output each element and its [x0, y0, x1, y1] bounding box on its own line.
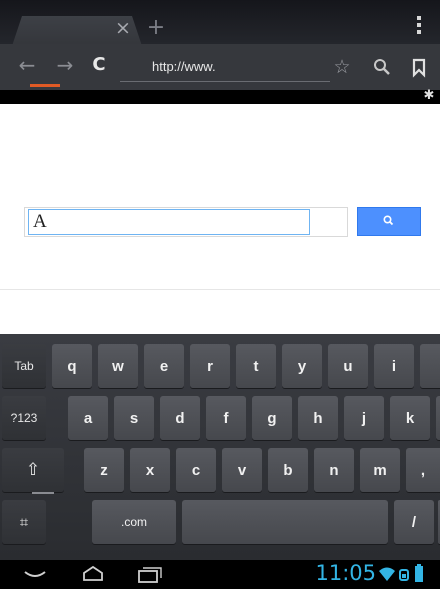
battery-icon	[415, 564, 423, 582]
key-f[interactable]: f	[206, 396, 246, 440]
key-c[interactable]: c	[176, 448, 216, 492]
key-m[interactable]: m	[360, 448, 400, 492]
key-comma[interactable]: ,	[406, 448, 440, 492]
key-dotcom[interactable]: .com	[92, 500, 176, 544]
key-z[interactable]: z	[84, 448, 124, 492]
search-icon[interactable]	[370, 52, 394, 82]
key-k[interactable]: k	[390, 396, 430, 440]
forward-icon[interactable]: →	[52, 48, 78, 82]
nav-home-icon[interactable]	[78, 563, 108, 585]
search-button-icon	[383, 215, 394, 226]
page-divider	[0, 289, 440, 290]
key-e[interactable]: e	[144, 344, 184, 388]
key-t[interactable]: t	[236, 344, 276, 388]
key-symbols[interactable]: ?123	[2, 396, 46, 440]
key-r[interactable]: r	[190, 344, 230, 388]
settings-strip	[0, 90, 440, 104]
key-a[interactable]: a	[68, 396, 108, 440]
close-tab-icon[interactable]: ×	[114, 18, 132, 38]
key-u[interactable]: u	[328, 344, 368, 388]
gear-icon[interactable]: ✱	[422, 89, 436, 103]
reload-icon[interactable]: C	[86, 48, 112, 82]
nav-back-icon[interactable]	[20, 563, 50, 585]
nav-recent-apps-icon[interactable]	[134, 563, 164, 585]
key-v[interactable]: v	[222, 448, 262, 492]
url-input[interactable]	[120, 52, 330, 82]
back-icon[interactable]: ←	[14, 48, 40, 82]
key-d[interactable]: d	[160, 396, 200, 440]
status-clock: 11:05	[315, 561, 376, 585]
key-slash[interactable]: /	[394, 500, 434, 544]
key-settings[interactable]: ⌗	[2, 500, 46, 544]
bookmarks-icon[interactable]	[408, 52, 430, 82]
key-i[interactable]: i	[374, 344, 414, 388]
search-button[interactable]	[357, 207, 421, 236]
key-shift[interactable]: ⇧	[2, 448, 64, 492]
overflow-menu-icon[interactable]	[414, 14, 424, 36]
key-s[interactable]: s	[114, 396, 154, 440]
key-g[interactable]: g	[252, 396, 292, 440]
key-space[interactable]	[182, 500, 388, 544]
bookmark-star-icon[interactable]: ☆	[330, 52, 354, 82]
key-tab[interactable]: Tab	[2, 344, 46, 388]
key-h[interactable]: h	[298, 396, 338, 440]
shift-indicator	[32, 492, 54, 494]
cellular-signal-icon	[399, 566, 411, 582]
key-j[interactable]: j	[344, 396, 384, 440]
wifi-icon	[378, 566, 396, 582]
key-o-partial[interactable]	[420, 344, 440, 388]
key-l-partial[interactable]	[436, 396, 440, 440]
key-y[interactable]: y	[282, 344, 322, 388]
key-n[interactable]: n	[314, 448, 354, 492]
page-load-progress	[30, 84, 60, 87]
key-q[interactable]: q	[52, 344, 92, 388]
key-w[interactable]: w	[98, 344, 138, 388]
new-tab-icon[interactable]: +	[146, 17, 166, 39]
key-b[interactable]: b	[268, 448, 308, 492]
search-input[interactable]	[28, 209, 310, 235]
key-x[interactable]: x	[130, 448, 170, 492]
